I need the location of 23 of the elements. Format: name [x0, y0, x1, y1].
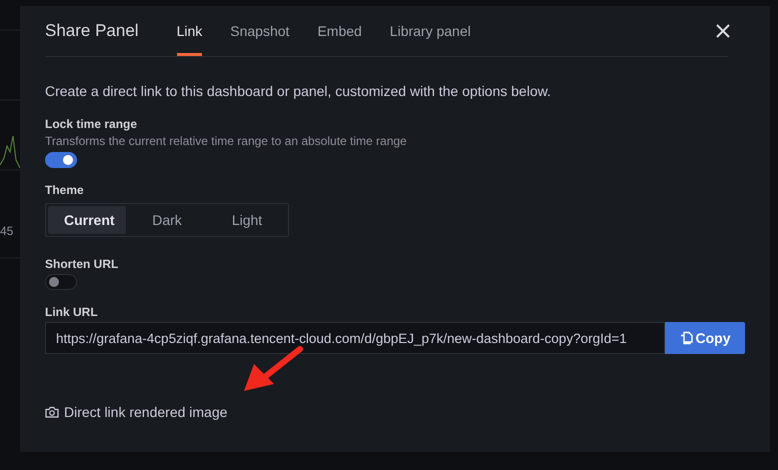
field-label: Link URL: [45, 305, 99, 319]
field-label: Theme: [45, 183, 85, 197]
axis-label: 45: [0, 224, 14, 238]
close-icon[interactable]: [716, 24, 730, 38]
field-hint: Transforms the current relative time range to an absolute time range: [45, 134, 408, 148]
url-field[interactable]: https://grafana-4cp5ziqf.grafana.tencent-cloud.com/d/gbpEJ_p7k/new-dashboard-copy?orgId=1: [45, 322, 665, 354]
theme-option[interactable]: Light: [208, 206, 286, 234]
copy-button[interactable]: Copy: [665, 322, 745, 354]
field-label: Lock time range: [45, 117, 138, 131]
tab[interactable]: Embed: [317, 6, 362, 56]
description-text: Create a direct link to this dashboard or panel, customized with the options below.: [45, 83, 552, 99]
tab[interactable]: Snapshot: [230, 6, 290, 56]
tab[interactable]: Library panel: [390, 6, 471, 56]
tab[interactable]: Link: [176, 6, 202, 56]
dialog-title: Share Panel: [45, 21, 139, 41]
copy-icon: [680, 331, 692, 345]
toggle-switch[interactable]: [45, 274, 77, 290]
rendered-image-link[interactable]: Direct link rendered image: [45, 404, 228, 420]
toggle-switch[interactable]: [45, 152, 77, 168]
theme-option[interactable]: Dark: [128, 206, 206, 234]
theme-option[interactable]: Current: [48, 206, 126, 234]
field-label: Shorten URL: [45, 257, 120, 271]
camera-icon: [45, 406, 59, 418]
